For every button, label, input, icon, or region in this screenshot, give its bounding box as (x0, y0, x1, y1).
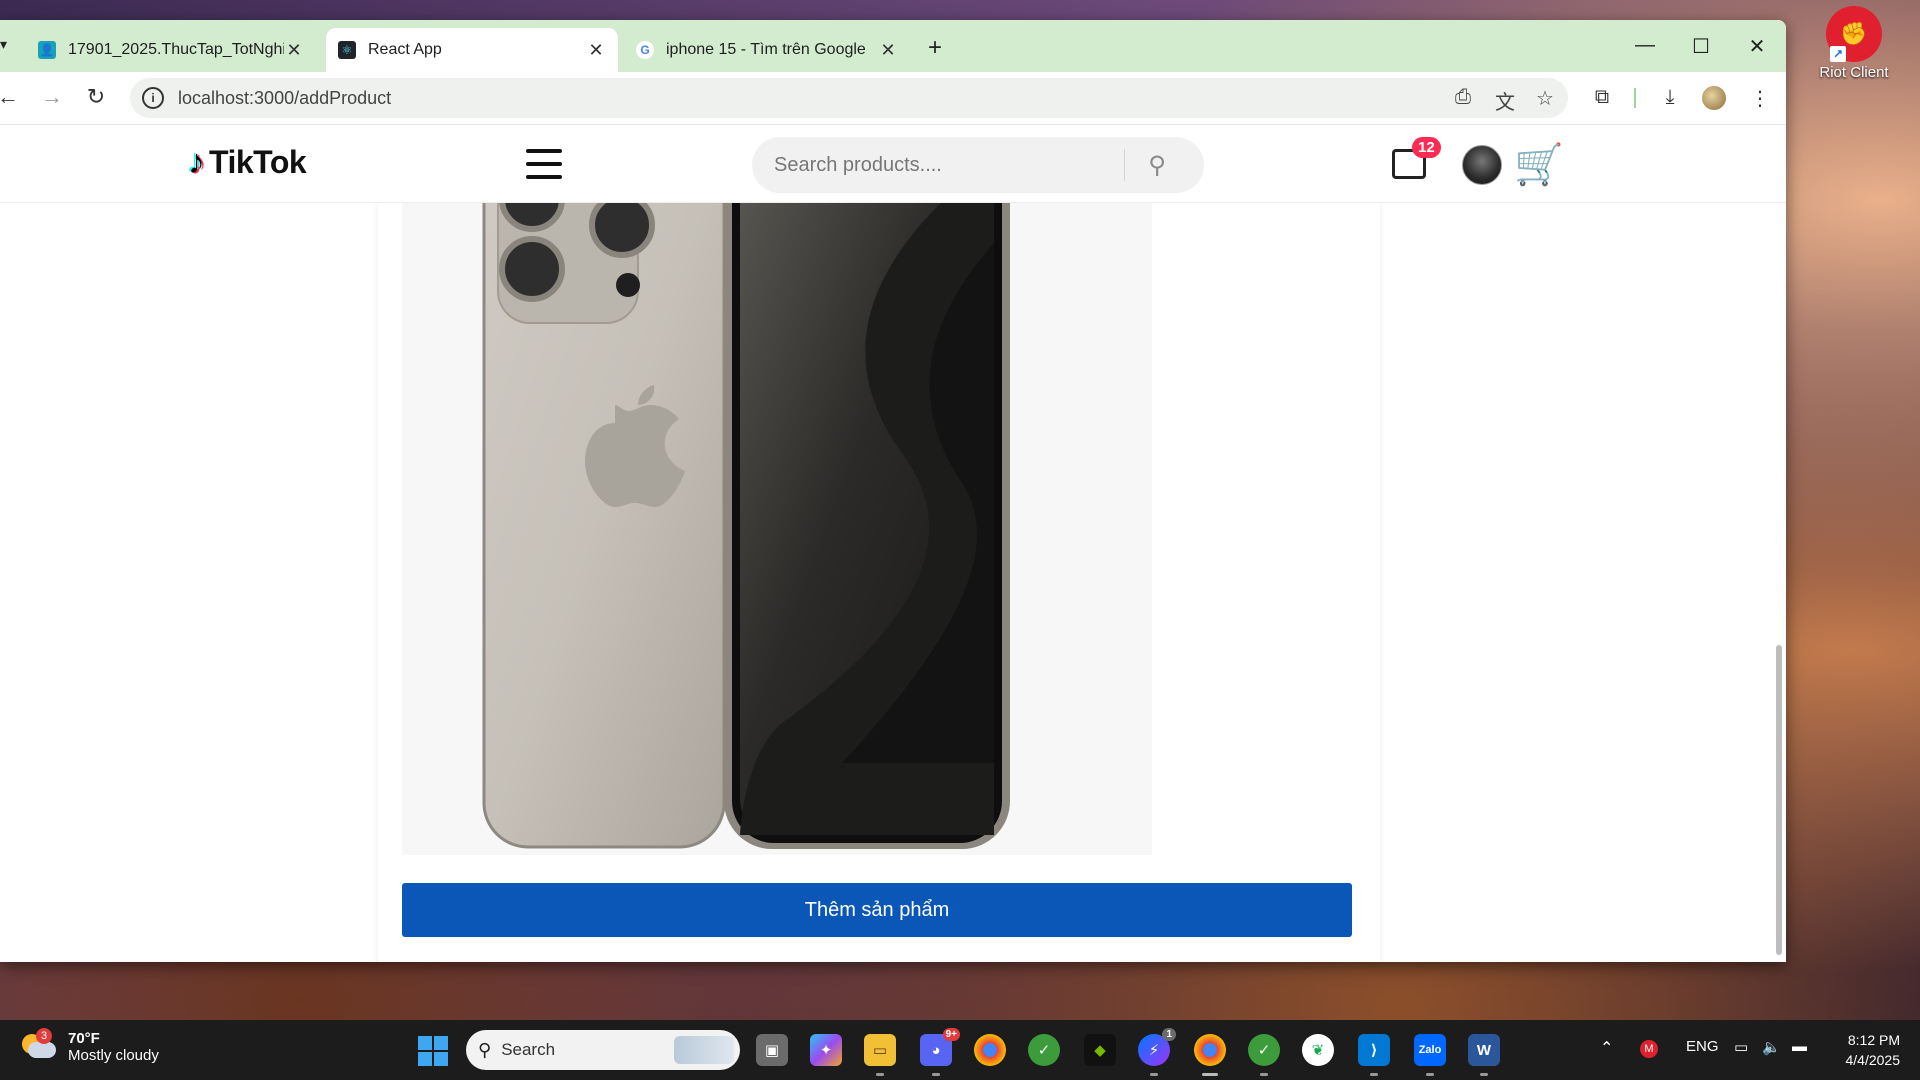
tab-title: 17901_2025.ThucTap_TotNghiep (68, 41, 284, 58)
cart-icon[interactable]: 🛒 (1514, 141, 1564, 188)
tab-search-chevron-icon[interactable]: ▾ (0, 36, 14, 53)
close-tab-icon[interactable]: ✕ (284, 40, 304, 61)
clock-time: 8:12 PM (1847, 1032, 1900, 1048)
minimize-button[interactable]: — (1630, 34, 1660, 57)
bookmark-star-icon[interactable]: ☆ (1532, 86, 1558, 111)
riot-client-label: Riot Client (1819, 64, 1889, 81)
tab-title: iphone 15 - Tìm trên Google (666, 41, 866, 58)
classroom-icon: 👤 (38, 41, 56, 59)
chrome-profile-icon[interactable]: ✓ (1028, 1034, 1060, 1066)
chrome-profile-2-icon[interactable]: ✓ (1248, 1034, 1280, 1076)
reload-icon[interactable]: ↻ (82, 84, 110, 110)
riot-client-shortcut[interactable]: ✊ ↗ Riot Client (1806, 6, 1902, 81)
task-view-icon[interactable]: ▣ (756, 1034, 788, 1066)
weather-cloudy-icon: 3 (22, 1028, 56, 1060)
discord-badge: 9+ (942, 1028, 960, 1041)
add-product-form: Thêm sản phẩm (378, 203, 1380, 962)
search-icon: ⚲ (478, 1039, 492, 1060)
system-clock[interactable]: 8:12 PM 4/4/2025 (1830, 1030, 1901, 1070)
discord-icon[interactable]: ◕ 9+ (920, 1028, 960, 1076)
search-input[interactable] (774, 153, 1124, 177)
address-bar[interactable]: i localhost:3000/addProduct ⎙ 文 ☆ (130, 78, 1568, 118)
word-icon[interactable]: W (1468, 1034, 1500, 1076)
close-tab-icon[interactable]: ✕ (878, 40, 898, 61)
tab-react-app[interactable]: ⚛ React App ✕ (326, 28, 618, 72)
product-image-preview (402, 203, 1152, 855)
react-icon: ⚛ (338, 41, 356, 59)
google-icon: G (636, 41, 654, 59)
browser-window: ▾ 👤 17901_2025.ThucTap_TotNghiep ✕ ⚛ Rea… (0, 20, 1786, 962)
mongodb-compass-icon[interactable]: ❦ (1302, 1034, 1334, 1066)
add-product-button[interactable]: Thêm sản phẩm (402, 883, 1352, 937)
start-button-icon[interactable] (418, 1036, 448, 1066)
menu-kebab-icon[interactable]: ⋮ (1746, 86, 1774, 111)
chrome-active-icon[interactable] (1194, 1034, 1226, 1076)
search-icon[interactable]: ⚲ (1125, 151, 1189, 180)
shortcut-arrow-icon: ↗ (1830, 46, 1846, 62)
profile-avatar[interactable] (1702, 86, 1726, 110)
address-url[interactable]: localhost:3000/addProduct (178, 88, 391, 109)
taskbar: 3 70°F Mostly cloudy ⚲ Search ▣ ✦ ▭ ◕ 9+… (0, 1020, 1920, 1080)
file-explorer-icon[interactable]: ▭ (864, 1034, 896, 1076)
page-scrollbar[interactable] (1776, 645, 1782, 955)
taskbar-search[interactable]: ⚲ Search (466, 1030, 740, 1070)
new-tab-button[interactable]: + (928, 34, 942, 62)
battery-icon[interactable]: ▬ (1792, 1038, 1807, 1055)
vscode-icon[interactable]: ⟩ (1358, 1034, 1390, 1076)
chrome-icon[interactable] (974, 1034, 1006, 1066)
clock-date: 4/4/2025 (1845, 1052, 1901, 1068)
search-highlight-image (674, 1036, 734, 1064)
riot-client-icon: ✊ ↗ (1826, 6, 1882, 62)
add-product-content: Thêm sản phẩm (0, 203, 1786, 962)
brand-logo[interactable]: ♪ TikTok (188, 143, 307, 182)
translate-icon[interactable]: 文 (1492, 86, 1518, 115)
weather-badge: 3 (36, 1028, 52, 1044)
weather-widget[interactable]: 3 70°F Mostly cloudy (22, 1028, 159, 1064)
forward-arrow-icon[interactable]: → (38, 84, 66, 110)
message-count-badge: 12 (1412, 137, 1441, 158)
taskbar-search-label: Search (501, 1040, 556, 1059)
site-info-icon[interactable]: i (142, 87, 164, 109)
back-arrow-icon[interactable]: ← (0, 84, 22, 110)
web-page: ♪ TikTok ⚲ 12 🛒 (0, 124, 1786, 962)
browser-toolbar: ← → ↻ i localhost:3000/addProduct ⎙ 文 ☆ … (0, 72, 1786, 124)
messenger-icon[interactable]: ⚡ 1 (1138, 1028, 1176, 1076)
brand-name: TikTok (209, 144, 307, 180)
language-indicator[interactable]: ENG (1686, 1038, 1719, 1055)
maximize-button[interactable]: ☐ (1686, 34, 1716, 59)
tab-thuctap[interactable]: 👤 17901_2025.ThucTap_TotNghiep ✕ (26, 28, 316, 72)
tab-strip: ▾ 👤 17901_2025.ThucTap_TotNghiep ✕ ⚛ Rea… (0, 20, 1786, 72)
site-header: ♪ TikTok ⚲ 12 🛒 (0, 125, 1786, 203)
toolbar-separator (1634, 88, 1636, 108)
weather-temp: 70°F (68, 1030, 100, 1047)
close-tab-icon[interactable]: ✕ (586, 40, 606, 61)
extensions-icon[interactable]: ⧉ (1588, 86, 1616, 109)
close-window-button[interactable]: ✕ (1742, 34, 1772, 59)
copilot-icon[interactable]: ✦ (810, 1034, 842, 1066)
network-icon[interactable]: ▭ (1734, 1038, 1748, 1056)
weather-desc: Mostly cloudy (68, 1047, 159, 1064)
mcafee-tray-icon[interactable]: M (1640, 1040, 1658, 1058)
install-app-icon[interactable]: ⎙ (1450, 86, 1476, 109)
user-avatar[interactable] (1462, 145, 1502, 185)
nvidia-icon[interactable]: ◆ (1084, 1034, 1116, 1066)
tab-title: React App (368, 41, 442, 58)
product-search: ⚲ (752, 137, 1204, 193)
tiktok-note-icon: ♪ (188, 143, 205, 181)
downloads-icon[interactable]: ⤓ (1656, 86, 1684, 109)
tab-google-iphone[interactable]: G iphone 15 - Tìm trên Google ✕ (624, 28, 910, 72)
messenger-badge: 1 (1162, 1028, 1176, 1041)
volume-icon[interactable]: 🔈 (1762, 1038, 1781, 1056)
zalo-icon[interactable]: Zalo (1414, 1034, 1446, 1076)
hamburger-menu-icon[interactable] (526, 149, 562, 179)
show-hidden-icons-chevron[interactable]: ⌃ (1600, 1038, 1613, 1058)
